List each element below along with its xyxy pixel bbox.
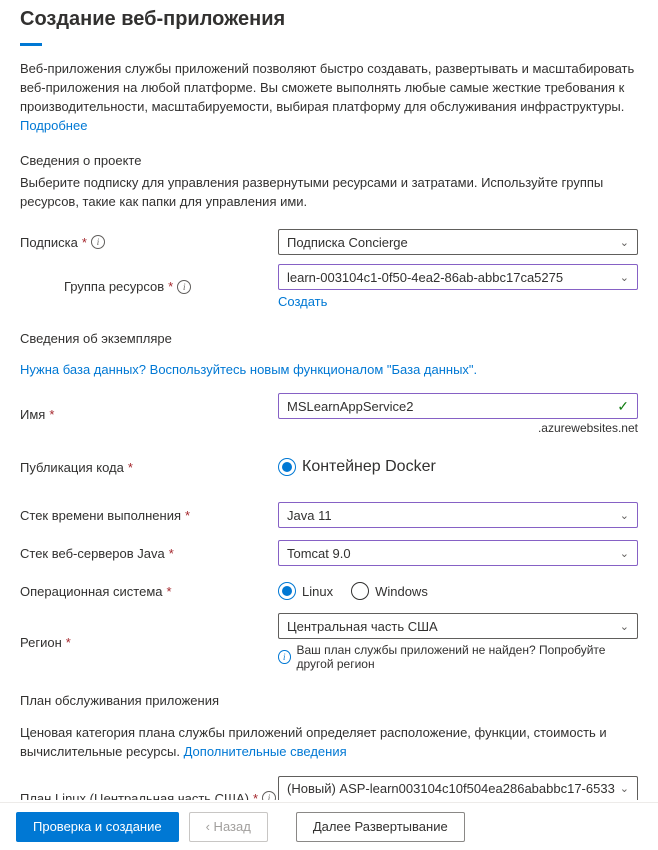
name-value: MSLearnAppService2 [287,399,413,414]
chevron-down-icon: ⌄ [620,547,629,560]
region-value: Центральная часть США [287,619,438,634]
runtime-stack-select[interactable]: Java 11 ⌄ [278,502,638,528]
project-section-title: Сведения о проекте [20,153,638,168]
project-section-desc: Выберите подписку для управления разверн… [20,174,638,212]
page-description: Веб-приложения службы приложений позволя… [20,60,638,135]
required-marker: * [49,407,54,422]
required-marker: * [169,546,174,561]
database-hint-link[interactable]: новым функционалом "База данных". [250,362,477,377]
os-linux-radio[interactable]: Linux [278,582,333,600]
publish-docker-radio[interactable]: Контейнер Docker [278,458,436,476]
required-marker: * [82,235,87,250]
required-marker: * [128,460,133,475]
page-title: Создание веб-приложения [20,8,638,31]
required-marker: * [253,791,258,800]
review-create-button[interactable]: Проверка и создание [16,812,179,842]
required-marker: * [168,279,173,294]
tab-strip [20,43,638,46]
resource-group-value: learn-003104c1-0f50-4ea2-86ab-abbc17ca52… [287,270,563,285]
footer-bar: Проверка и создание ‹ Назад Далее Развер… [0,802,658,850]
back-button: ‹ Назад [189,812,268,842]
name-input[interactable]: MSLearnAppService2 ✓ [278,393,638,419]
region-hint: Ваш план службы приложений не найден? По… [297,643,639,671]
plan-section-desc: Ценовая категория плана службы приложени… [20,724,638,762]
region-select[interactable]: Центральная часть США ⌄ [278,613,638,639]
subscription-select[interactable]: Подписка Concierge ⌄ [278,229,638,255]
database-hint: Нужна база данных? Воспользуйтесь новым … [20,362,638,377]
chevron-down-icon: ⌄ [620,782,629,795]
runtime-stack-value: Java 11 [287,508,332,523]
resource-group-label: Группа ресурсов [64,279,164,294]
active-tab-indicator [20,43,42,46]
region-label: Регион [20,635,62,650]
plan-value: (Новый) ASP-learn003104c10f504ea286ababb… [287,781,615,796]
page-description-text: Веб-приложения службы приложений позволя… [20,61,634,114]
learn-more-link[interactable]: Подробнее [20,118,87,133]
database-hint-text: Нужна база данных? Воспользуйтесь [20,362,250,377]
webserver-stack-value: Tomcat 9.0 [287,546,351,561]
chevron-down-icon: ⌄ [620,509,629,522]
info-icon[interactable]: i [177,280,191,294]
required-marker: * [66,635,71,650]
chevron-down-icon: ⌄ [620,271,629,284]
info-icon[interactable]: i [91,235,105,249]
name-label: Имя [20,407,45,422]
runtime-stack-label: Стек времени выполнения [20,508,181,523]
create-resource-group-link[interactable]: Создать [278,294,327,309]
plan-label: План Linux (Центральная часть США) [20,791,249,800]
next-button[interactable]: Далее Развертывание [296,812,465,842]
info-icon[interactable]: i [262,791,276,800]
plan-more-link[interactable]: Дополнительные сведения [184,744,347,759]
publish-docker-label: Контейнер Docker [302,458,436,476]
plan-section-title: План обслуживания приложения [20,693,638,708]
required-marker: * [167,584,172,599]
resource-group-select[interactable]: learn-003104c1-0f50-4ea2-86ab-abbc17ca52… [278,264,638,290]
publish-label: Публикация кода [20,460,124,475]
check-icon: ✓ [617,398,629,415]
os-windows-label: Windows [375,584,428,599]
instance-section-title: Сведения об экземпляре [20,331,638,346]
webserver-stack-label: Стек веб-серверов Java [20,546,165,561]
required-marker: * [185,508,190,523]
subscription-label: Подписка [20,235,78,250]
name-suffix: .azurewebsites.net [278,421,638,435]
info-icon: i [278,650,291,664]
subscription-value: Подписка Concierge [287,235,408,250]
webserver-stack-select[interactable]: Tomcat 9.0 ⌄ [278,540,638,566]
os-radio-group: Linux Windows [278,582,638,600]
publish-radio-group: Контейнер Docker [278,458,638,476]
chevron-down-icon: ⌄ [620,236,629,249]
plan-select[interactable]: (Новый) ASP-learn003104c10f504ea286ababb… [278,776,638,800]
chevron-down-icon: ⌄ [620,620,629,633]
os-linux-label: Linux [302,584,333,599]
os-label: Операционная система [20,584,163,599]
os-windows-radio[interactable]: Windows [351,582,428,600]
